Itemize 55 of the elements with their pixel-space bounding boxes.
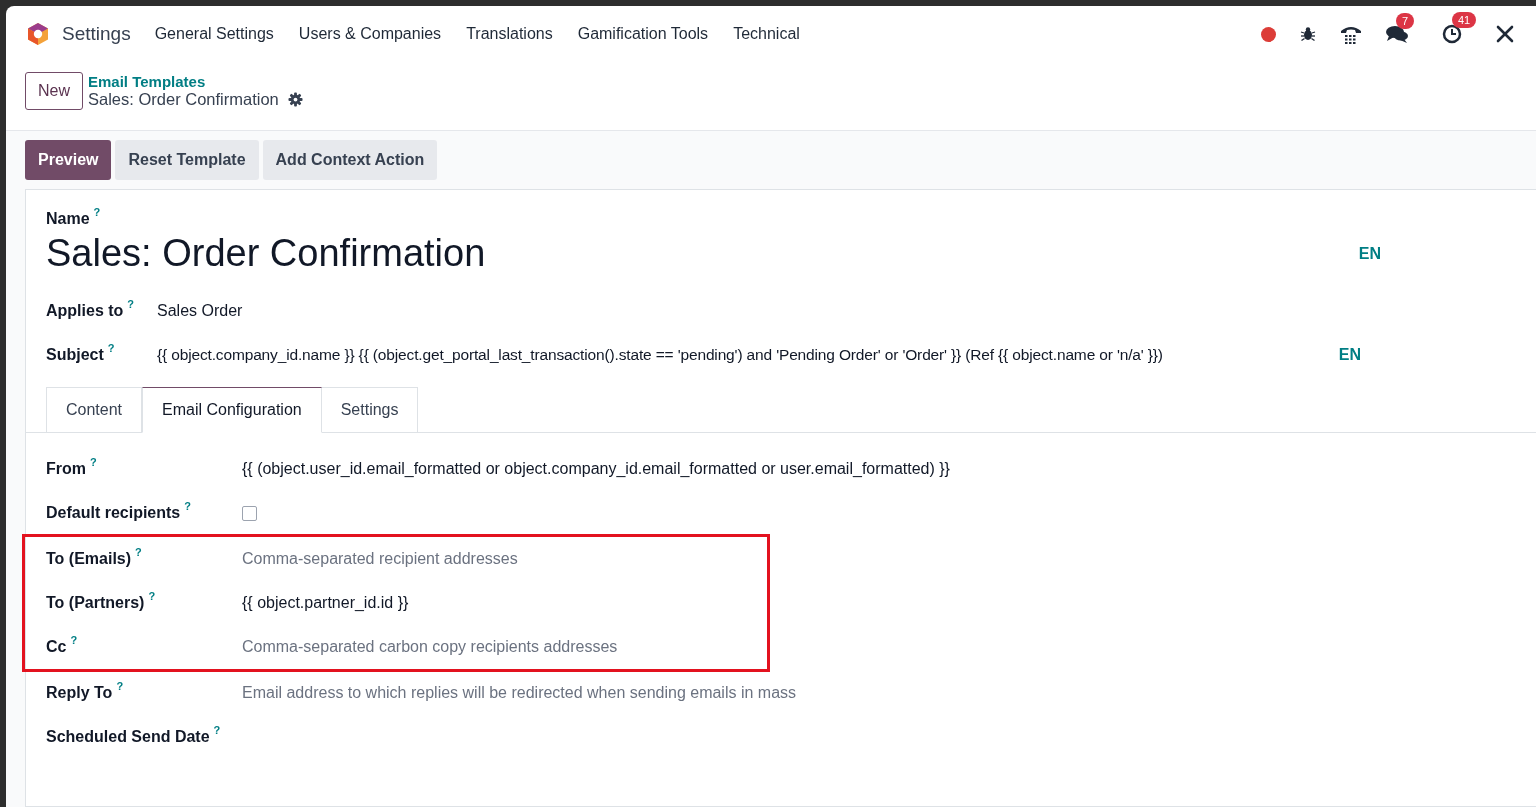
field-value[interactable]: Sales Order [157,302,243,320]
field-label: Default recipients [46,504,181,522]
checkbox[interactable] [242,505,257,521]
help-tooltip-mark[interactable]: ? [184,500,191,512]
record-dot-icon[interactable] [1261,26,1276,42]
breadcrumb-link[interactable]: Email Templates [88,73,303,90]
app-name[interactable]: Settings [62,23,131,45]
menu-item[interactable]: Gamification Tools [577,25,709,43]
field-label: Subject [46,346,104,364]
field-label: Name [46,210,90,228]
bug-icon[interactable] [1300,26,1316,42]
help-tooltip-mark[interactable]: ? [93,206,101,218]
field-label: From [46,460,86,478]
help-tooltip-mark[interactable]: ? [90,456,97,468]
settings-icon[interactable] [287,92,303,107]
help-tooltip-mark[interactable]: ? [135,546,142,558]
language-link[interactable]: EN [1338,346,1361,364]
help-tooltip-mark[interactable]: ? [148,590,156,602]
clock-icon[interactable] [1442,24,1462,44]
action-button[interactable]: Add Context Action [262,140,438,180]
record-name[interactable]: Sales: Order Confirmation [46,232,486,275]
tab[interactable]: Settings [321,387,419,432]
menu-item[interactable]: Technical [733,25,800,43]
field-label: Reply To [46,684,113,702]
input-field[interactable]: Comma-separated carbon copy recipients addresses [242,638,770,656]
notification-count: 41 [1452,12,1477,28]
language-link[interactable]: EN [1358,244,1381,263]
field-label: Applies to [46,302,124,320]
app-logo-icon[interactable] [26,22,50,46]
input-field[interactable]: Email address to which replies will be redirected when sending emails in mass [242,684,922,702]
field-label: To (Partners) [46,594,145,612]
help-tooltip-mark[interactable]: ? [213,724,221,736]
menu-item[interactable]: Translations [466,25,553,43]
field-label: Cc [46,638,67,656]
help-tooltip-mark[interactable]: ? [127,298,135,310]
notification-count: 7 [1396,13,1415,29]
tab[interactable]: Content [46,387,143,432]
field-value[interactable]: {{ (object.user_id.email_formatted or object.company_id.email_formatted or user.email_formatted) }} [242,460,950,478]
new-button[interactable]: New [25,72,83,110]
chat-bubbles-icon[interactable] [1386,25,1408,43]
menu-item[interactable]: Users & Companies [298,25,442,43]
field-value[interactable]: {{ object.company_id.name }} {{ (object.get_portal_last_transaction().state == 'pending') and 'Pending Order' or 'Order' }} (Ref {{ object.name or 'n/a' }}) [157,346,1163,364]
phone-icon[interactable] [1340,24,1362,44]
menu-item[interactable]: General Settings [154,25,274,43]
field-value[interactable]: {{ object.partner_id.id }} [242,594,409,612]
help-tooltip-mark[interactable]: ? [107,342,115,354]
field-label: To (Emails) [46,550,132,568]
input-field[interactable]: Comma-separated recipient addresses [242,550,770,568]
action-button[interactable]: Reset Template [115,140,259,180]
field-label: Scheduled Send Date [46,728,210,746]
record-title: Sales: Order Confirmation [88,90,279,109]
help-tooltip-mark[interactable]: ? [70,634,78,646]
action-button[interactable]: Preview [25,140,112,180]
tab[interactable]: Email Configuration [142,387,322,433]
help-tooltip-mark[interactable]: ? [116,680,124,692]
